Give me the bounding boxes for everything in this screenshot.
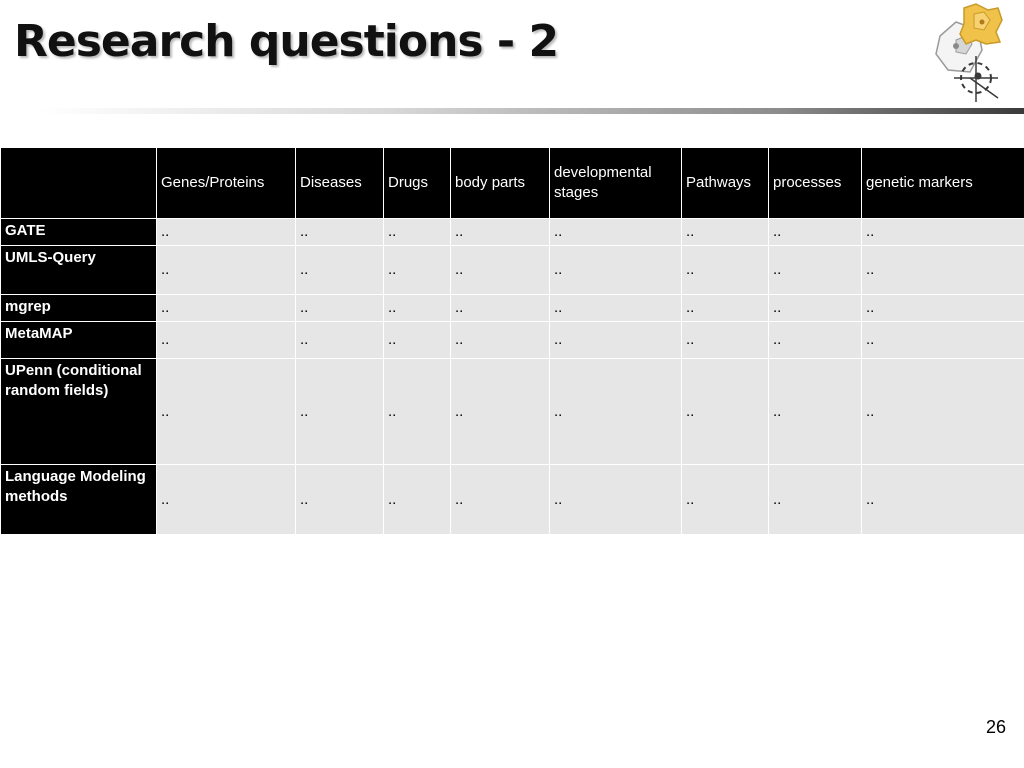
table-cell: .. xyxy=(681,321,769,359)
table-cell: .. xyxy=(549,321,682,359)
table-cell: .. xyxy=(861,321,1024,359)
table-cell: .. xyxy=(768,358,862,465)
table-cell: .. xyxy=(768,294,862,322)
table-cell: .. xyxy=(681,464,769,535)
comparison-table-container: Genes/Proteins Diseases Drugs body parts… xyxy=(0,147,1024,535)
table-cell: .. xyxy=(861,245,1024,295)
table-cell: .. xyxy=(450,245,550,295)
table-cell: .. xyxy=(383,218,451,246)
table-cell: .. xyxy=(861,358,1024,465)
title-divider xyxy=(40,108,1024,114)
table-row: MetaMAP .. .. .. .. .. .. .. .. xyxy=(0,321,1024,359)
row-header-umls-query: UMLS-Query xyxy=(0,245,157,295)
table-cell: .. xyxy=(383,294,451,322)
table-cell: .. xyxy=(681,245,769,295)
column-header-developmental-stages: developmental stages xyxy=(549,147,682,219)
column-header-drugs: Drugs xyxy=(383,147,451,219)
table-cell: .. xyxy=(156,464,296,535)
row-header-gate: GATE xyxy=(0,218,157,246)
table-cell: .. xyxy=(450,358,550,465)
row-header-metamap: MetaMAP xyxy=(0,321,157,359)
table-cell: .. xyxy=(156,294,296,322)
column-header-body-parts: body parts xyxy=(450,147,550,219)
page-number: 26 xyxy=(985,717,1006,737)
column-header-pathways: Pathways xyxy=(681,147,769,219)
table-cell: .. xyxy=(295,218,384,246)
header-row: Genes/Proteins Diseases Drugs body parts… xyxy=(0,147,1024,219)
table-cell: .. xyxy=(768,245,862,295)
table-cell: .. xyxy=(450,464,550,535)
table-cell: .. xyxy=(383,245,451,295)
table-cell: .. xyxy=(450,321,550,359)
table-cell: .. xyxy=(681,218,769,246)
table-row: mgrep .. .. .. .. .. .. .. .. xyxy=(0,294,1024,322)
table-cell: .. xyxy=(681,294,769,322)
table-row: UMLS-Query .. .. .. .. .. .. .. .. xyxy=(0,245,1024,295)
table-cell: .. xyxy=(295,358,384,465)
table-cell: .. xyxy=(768,218,862,246)
table-cell: .. xyxy=(861,218,1024,246)
corner-header-cell xyxy=(0,147,157,219)
comparison-table: Genes/Proteins Diseases Drugs body parts… xyxy=(0,147,1024,535)
table-cell: .. xyxy=(450,294,550,322)
table-cell: .. xyxy=(295,245,384,295)
table-cell: .. xyxy=(156,218,296,246)
column-header-genetic-markers: genetic markers xyxy=(861,147,1024,219)
table-cell: .. xyxy=(295,321,384,359)
table-cell: .. xyxy=(295,464,384,535)
table-cell: .. xyxy=(768,321,862,359)
table-cell: .. xyxy=(861,464,1024,535)
slide-title: Research questions - 2 xyxy=(14,16,559,67)
table-cell: .. xyxy=(383,358,451,465)
table-cell: .. xyxy=(450,218,550,246)
ontology-logo-icon xyxy=(926,0,1022,110)
table-cell: .. xyxy=(156,321,296,359)
table-cell: .. xyxy=(768,464,862,535)
table-cell: .. xyxy=(549,245,682,295)
row-header-mgrep: mgrep xyxy=(0,294,157,322)
column-header-diseases: Diseases xyxy=(295,147,384,219)
row-header-language-modeling: Language Modeling methods xyxy=(0,464,157,535)
table-cell: .. xyxy=(156,245,296,295)
table-cell: .. xyxy=(156,358,296,465)
table-row: Language Modeling methods .. .. .. .. ..… xyxy=(0,464,1024,535)
table-cell: .. xyxy=(295,294,384,322)
table-row: GATE .. .. .. .. .. .. .. .. xyxy=(0,218,1024,246)
table-cell: .. xyxy=(549,218,682,246)
table-cell: .. xyxy=(549,358,682,465)
row-header-upenn: UPenn (conditional random fields) xyxy=(0,358,157,465)
table-cell: .. xyxy=(383,321,451,359)
table-cell: .. xyxy=(549,464,682,535)
column-header-processes: processes xyxy=(768,147,862,219)
table-cell: .. xyxy=(861,294,1024,322)
table-cell: .. xyxy=(383,464,451,535)
table-cell: .. xyxy=(549,294,682,322)
table-row: UPenn (conditional random fields) .. .. … xyxy=(0,358,1024,465)
column-header-genes-proteins: Genes/Proteins xyxy=(156,147,296,219)
table-cell: .. xyxy=(681,358,769,465)
